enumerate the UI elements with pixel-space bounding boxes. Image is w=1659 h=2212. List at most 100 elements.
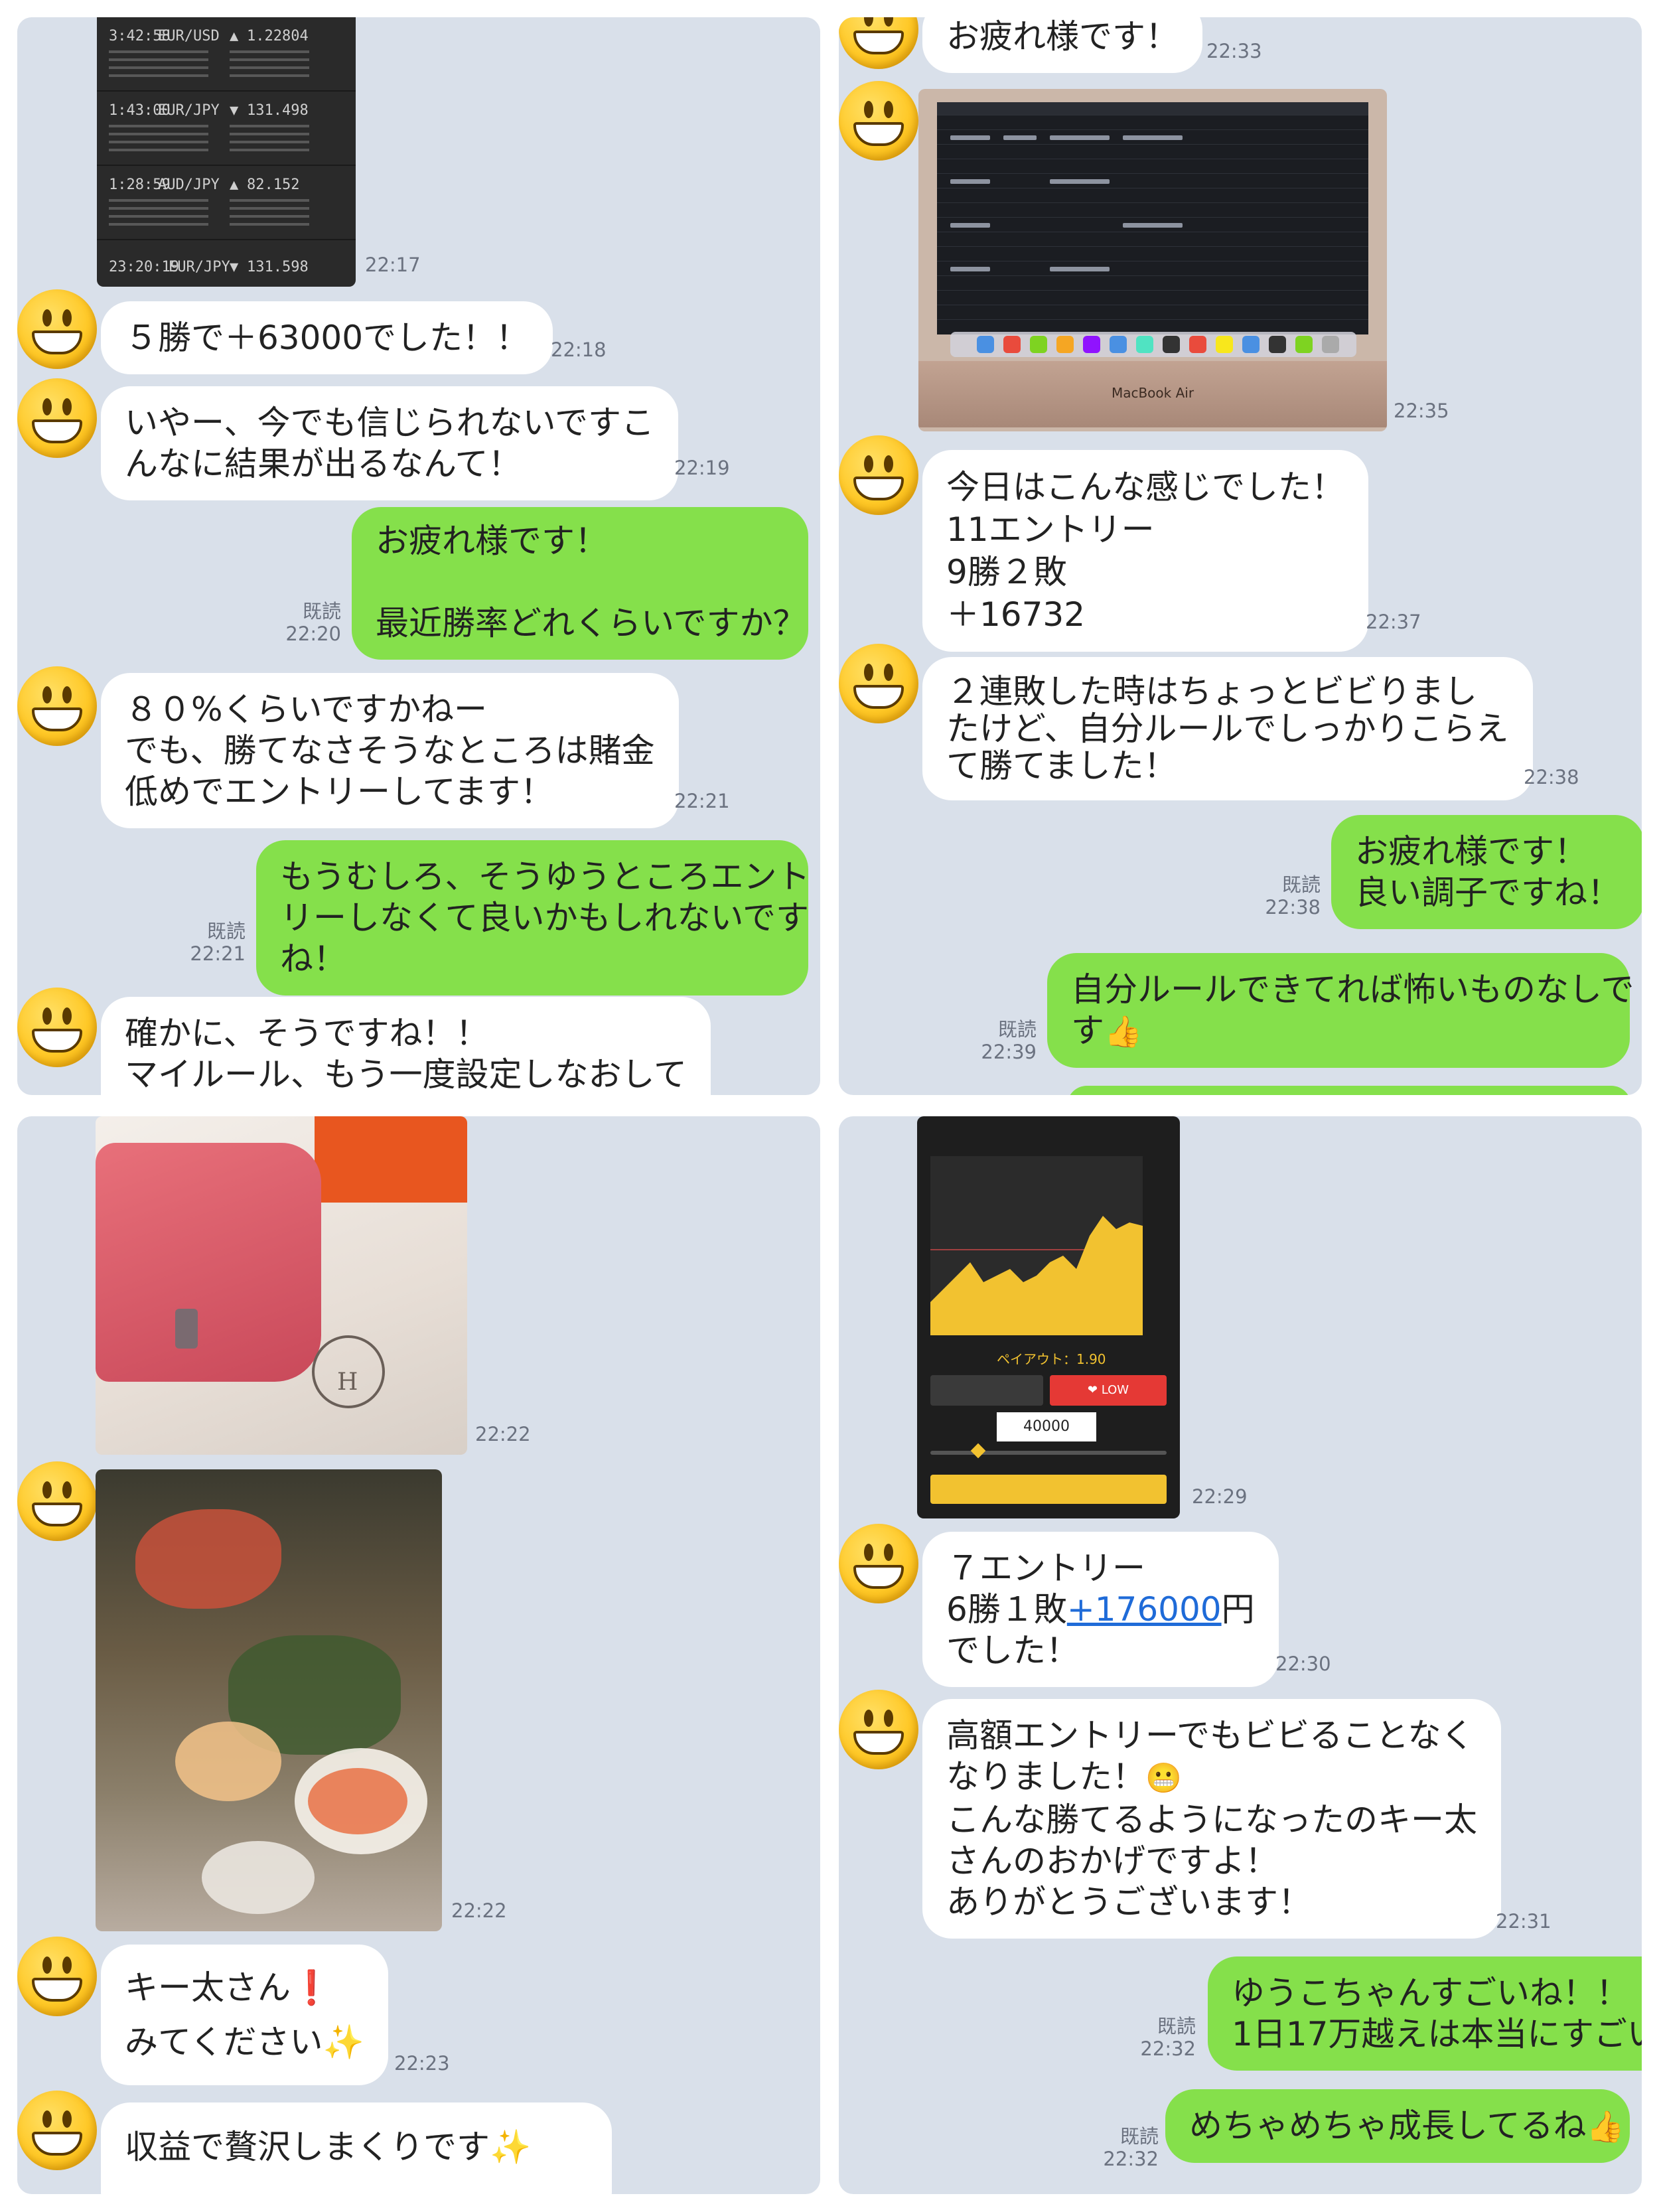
read-label: 既読 (997, 1018, 1037, 1041)
trade-row: 1:28:59 AUD/JPY ▲ 82.152 (97, 166, 356, 240)
message-text: ＋16732 (946, 595, 1086, 634)
smiley-avatar-icon[interactable] (839, 81, 918, 161)
message-bubble[interactable]: 収益で贅沢しまくりです✨ (101, 2102, 612, 2194)
buy-button[interactable] (930, 1475, 1167, 1504)
message-text: ゆうこちゃんすごいね！！ (1232, 1974, 1629, 2012)
message-bubble[interactable]: ゆうこちゃんすごいね！！ 1日17万越えは本当にすごい！ (1208, 1956, 1642, 2071)
timestamp: 22:21 (674, 790, 730, 812)
read-label: 既読 (1281, 873, 1321, 896)
sparkles-icon: ✨ (490, 2128, 532, 2166)
smiley-avatar-icon[interactable] (17, 666, 97, 746)
message-bubble[interactable]: もうむしろ、そうゆうところエント リーしなくて良いかもしれないです ね！ (256, 840, 810, 995)
laptop-screen-photo[interactable]: MacBook Air (918, 89, 1387, 431)
message-text: 11エントリー (946, 510, 1155, 549)
timestamp: 22:22 (475, 1423, 531, 1445)
message-text: 1日17万越えは本当にすごい！ (1232, 2015, 1642, 2053)
message-bubble[interactable]: キー太さん❗ みてください✨ (101, 1945, 388, 2085)
amount-slider[interactable] (930, 1451, 1167, 1455)
message-bubble[interactable]: お疲れ様です！ (922, 17, 1202, 73)
message-text: 自分ルールできてれば怖いものなしで (1071, 970, 1634, 1009)
trade-table (937, 102, 1368, 334)
timestamp: 22:30 (1275, 1653, 1331, 1675)
message-bubble[interactable]: めちゃめちゃ成長してるね👍 (1165, 2089, 1630, 2163)
timestamp: 22:32 (1103, 2148, 1159, 2170)
high-button[interactable] (930, 1375, 1043, 1406)
message-text: 確かに、そうですね！！ (125, 1014, 489, 1053)
smiley-avatar-icon[interactable] (839, 1524, 918, 1603)
message-text: もうむしろ、そうゆうところエント (280, 857, 810, 896)
message-bubble-partial[interactable] (1067, 1086, 1631, 1095)
message-text: さんのおかげですよ！ (946, 1842, 1278, 1880)
message-bubble[interactable]: 今日はこんな感じでした！ 11エントリー 9勝２敗 ＋16732 (922, 450, 1368, 652)
timestamp: 22:20 (285, 623, 341, 645)
amount-input[interactable]: 40000 (997, 1412, 1096, 1441)
smiley-avatar-icon[interactable] (17, 2091, 97, 2170)
smiley-avatar-icon[interactable] (17, 1937, 97, 2016)
chat-panel-4[interactable]: ペイアウト：1.90 ❤ LOW 40000 22:29 ７エントリー 6勝１敗… (839, 1116, 1642, 2194)
read-label: 既読 (1157, 2015, 1196, 2037)
message-bubble[interactable]: ８０%くらいですかねー でも、勝てなさそうなところは賭金 低めでエントリーしてま… (101, 673, 679, 828)
message-bubble[interactable]: ２連敗した時はちょっとビビりまし たけど、自分ルールでしっかりこらえ て勝てまし… (922, 657, 1533, 800)
message-text: お疲れ様です！ (376, 522, 608, 560)
trade-rate: 82.152 (247, 177, 300, 193)
up-arrow-icon: ▲ (230, 28, 239, 44)
chat-panel-3[interactable]: H 22:22 22:22 キー太さん❗ みてください✨ 22:23 収益で贅沢… (17, 1116, 820, 2194)
message-text: 最近勝率どれくらいですか？ (376, 604, 806, 642)
message-text: ５勝で＋63000でした！！ (125, 319, 530, 357)
message-bubble[interactable]: いやー、今でも信じられないですこ んなに結果が出るなんて！ (101, 386, 678, 500)
smiley-avatar-icon[interactable] (17, 289, 97, 369)
trading-app-screenshot[interactable]: ペイアウト：1.90 ❤ LOW 40000 (917, 1116, 1180, 1518)
smiley-avatar-icon[interactable] (839, 435, 918, 515)
read-label: 既読 (206, 920, 246, 942)
up-arrow-icon: ▲ (230, 177, 239, 193)
chat-panel-1[interactable]: 3:42:58 EUR/USD ▲ 1.22804 1:43:00 EUR/JP… (17, 17, 820, 1095)
message-text: ありがとうございます！ (946, 1883, 1311, 1921)
trade-row: 3:42:58 EUR/USD ▲ 1.22804 (97, 17, 356, 92)
smiley-avatar-icon[interactable] (17, 378, 97, 458)
amount-link[interactable]: +176000 (1067, 1590, 1222, 1629)
seafood-platter-photo[interactable] (96, 1469, 442, 1931)
smiley-avatar-icon[interactable] (17, 988, 97, 1067)
slider-handle[interactable] (970, 1443, 986, 1459)
message-text: お疲れ様です！ (1355, 832, 1587, 871)
timestamp: 22:17 (365, 254, 421, 276)
message-bubble[interactable]: 高額エントリーでもビビることなく なりました！😬 こんな勝てるようになったのキー… (922, 1699, 1501, 1939)
payout-label: ペイアウト：1.90 (997, 1351, 1106, 1367)
smiley-avatar-icon[interactable] (839, 1690, 918, 1769)
read-label: 既読 (1119, 2125, 1159, 2148)
timestamp: 22:29 (1192, 1485, 1248, 1508)
message-bubble[interactable]: 確かに、そうですね！！ マイルール、もう一度設定しなおして (101, 997, 711, 1095)
smiley-avatar-icon[interactable] (839, 644, 918, 723)
trade-history-screenshot[interactable]: 3:42:58 EUR/USD ▲ 1.22804 1:43:00 EUR/JP… (97, 17, 356, 287)
message-bubble[interactable]: 自分ルールできてれば怖いものなしで す👍 (1047, 953, 1634, 1068)
trade-rate: 131.598 (247, 259, 309, 275)
down-arrow-icon: ▼ (230, 102, 239, 119)
message-text: なりました！ (946, 1757, 1145, 1796)
read-receipt: 既読 22:39 (977, 1018, 1037, 1063)
chat-panel-2[interactable]: お疲れ様です！ 22:33 MacBook Air 22:35 今日はこんな感じ… (839, 17, 1642, 1095)
timestamp: 22:23 (394, 2052, 450, 2075)
handbag-photo[interactable]: H (96, 1116, 467, 1455)
laptop-label: MacBook Air (1111, 385, 1194, 401)
trade-rate: 131.498 (247, 102, 309, 119)
message-bubble[interactable]: お疲れ様です！ 良い調子ですね！ (1331, 815, 1642, 929)
message-bubble[interactable]: ５勝で＋63000でした！！ (101, 301, 553, 374)
thumbs-up-icon: 👍 (1586, 2108, 1624, 2144)
smiley-avatar-icon[interactable] (17, 1461, 97, 1541)
timestamp: 22:35 (1394, 400, 1449, 422)
low-label: LOW (1101, 1383, 1129, 1397)
message-text: 6勝１敗 (946, 1590, 1067, 1629)
message-text: 円 (1221, 1590, 1255, 1629)
message-bubble[interactable]: ７エントリー 6勝１敗+176000円 でした！ (922, 1532, 1279, 1687)
low-button[interactable]: ❤ LOW (1050, 1375, 1167, 1406)
message-text: て勝てました！ (946, 747, 1177, 785)
message-bubble[interactable]: お疲れ様です！ 最近勝率どれくらいですか？ (352, 507, 808, 660)
read-receipt: 既読 22:21 (187, 920, 246, 965)
timestamp: 22:21 (190, 942, 246, 965)
timestamp: 22:18 (551, 338, 607, 361)
message-text: す (1071, 1011, 1104, 1050)
message-text: みてください (125, 2023, 323, 2061)
message-text: 今日はこんな感じでした！ (946, 468, 1344, 506)
smiley-avatar-icon[interactable] (839, 17, 918, 69)
message-text: お疲れ様です！ (946, 17, 1179, 56)
